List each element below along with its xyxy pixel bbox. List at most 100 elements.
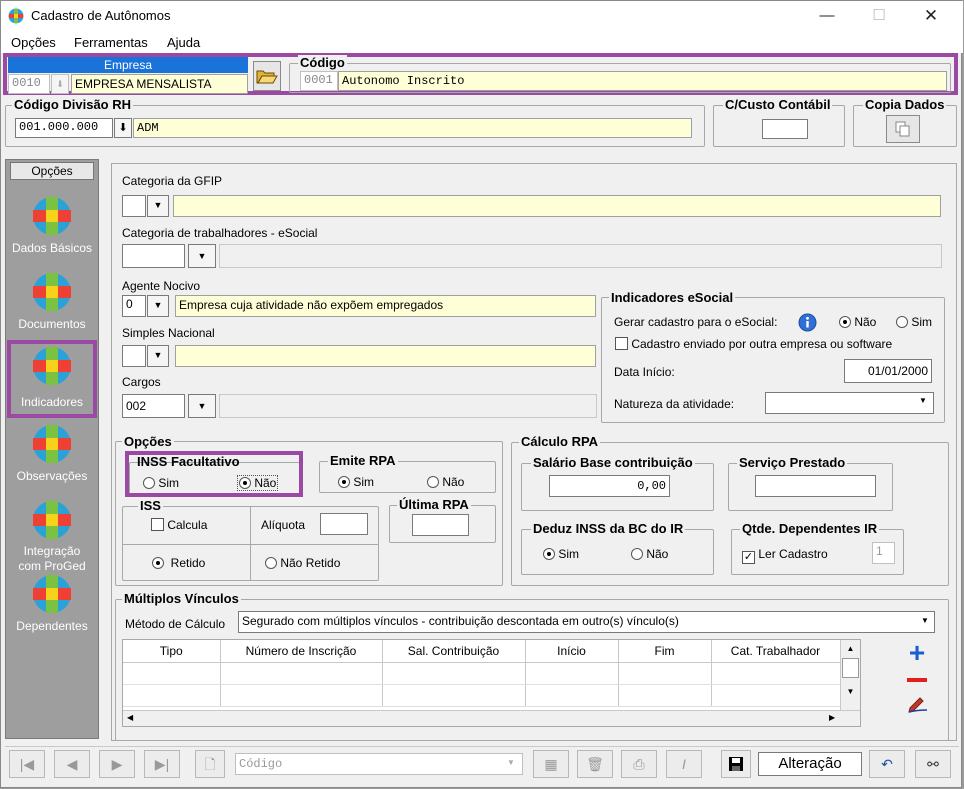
aliquota-label: Alíquota <box>261 518 306 532</box>
undo-icon[interactable]: ↶ <box>869 750 905 778</box>
iss-retido-radio[interactable]: Retido <box>152 556 205 570</box>
emite-nao-radio[interactable]: Não <box>427 475 464 489</box>
gfip-code-field[interactable] <box>122 195 146 217</box>
cargos-code-field[interactable]: 002 <box>122 394 185 418</box>
search-code-field[interactable]: Código <box>235 753 523 775</box>
empresa-name-field: EMPRESA MENSALISTA <box>71 74 248 94</box>
custo-field[interactable] <box>762 119 808 139</box>
gerar-nao-radio[interactable]: Não <box>839 315 876 329</box>
scroll-down-icon[interactable]: ▼ <box>841 678 860 706</box>
agente-dropdown[interactable]: ▼ <box>147 295 169 317</box>
copy-data-button[interactable] <box>886 115 920 143</box>
trash-icon[interactable]: 🗑 <box>577 750 613 778</box>
emite-sim-radio[interactable]: Sim <box>338 475 374 489</box>
scroll-left-icon[interactable]: ◀ <box>127 713 133 722</box>
vertical-scrollbar[interactable]: ▲ ▼ <box>840 640 860 710</box>
menu-bar: Opções Ferramentas Ajuda <box>1 31 963 53</box>
checkbox-icon <box>615 337 628 350</box>
horizontal-scrollbar[interactable]: ◀ ▶ <box>123 710 860 726</box>
simples-dropdown[interactable]: ▼ <box>147 345 169 367</box>
last-record-button[interactable]: ▶| <box>144 750 180 778</box>
sidebar-item-indicadores[interactable]: Indicadores <box>7 340 97 418</box>
globe-icon <box>33 575 71 613</box>
column-header[interactable]: Fim <box>618 640 712 663</box>
maximize-button[interactable]: ☐ <box>859 1 899 31</box>
app-logo-icon <box>8 8 24 24</box>
scroll-right-icon[interactable]: ▶ <box>829 713 835 722</box>
codigo-code-field[interactable]: 0001 <box>300 71 338 91</box>
sidebar-item-observacoes[interactable]: Observações <box>6 422 98 498</box>
globe-icon <box>33 197 71 235</box>
inss-sim-radio[interactable]: Sim <box>143 476 179 490</box>
menu-opcoes[interactable]: Opções <box>11 35 56 50</box>
print-icon[interactable]: ⎙ <box>621 750 657 778</box>
servico-field[interactable] <box>755 475 876 497</box>
radio-icon <box>143 477 155 489</box>
scroll-thumb[interactable] <box>842 658 859 678</box>
gerar-sim-radio[interactable]: Sim <box>896 315 932 329</box>
qtde-field[interactable]: 1 <box>872 542 895 564</box>
calculator-icon[interactable]: ▦ <box>533 750 569 778</box>
open-folder-button[interactable] <box>253 61 281 91</box>
column-header[interactable]: Cat. Trabalhador <box>711 640 841 663</box>
column-header[interactable]: Início <box>525 640 619 663</box>
divisao-lookup-icon[interactable]: ⬇ <box>114 118 132 138</box>
first-record-button[interactable]: |◀ <box>9 750 45 778</box>
esocial-category-dropdown[interactable]: ▼ <box>188 244 216 268</box>
info-icon[interactable] <box>798 313 817 332</box>
agente-code-field[interactable]: 0 <box>122 295 146 317</box>
checkbox-icon <box>151 518 164 531</box>
ler-cadastro-checkbox[interactable]: ✓ Ler Cadastro <box>742 547 828 564</box>
natureza-select[interactable] <box>765 392 934 414</box>
sidebar-item-dados-basicos[interactable]: Dados Básicos <box>6 194 98 270</box>
menu-ajuda[interactable]: Ajuda <box>167 35 200 50</box>
table-row[interactable] <box>123 662 841 685</box>
empresa-code-field[interactable]: 0010 <box>8 74 50 94</box>
divisao-label: Código Divisão RH <box>12 97 134 112</box>
esocial-category-field[interactable] <box>122 244 185 268</box>
menu-ferramentas[interactable]: Ferramentas <box>74 35 148 50</box>
add-row-plus-icon[interactable]: + <box>904 639 930 667</box>
sidebar-item-integracao[interactable]: Integração com ProGed <box>6 498 98 578</box>
italic-icon[interactable]: I <box>666 750 702 778</box>
iss-nao-retido-radio[interactable]: Não Retido <box>265 556 340 570</box>
data-inicio-field[interactable]: 01/01/2000 <box>844 359 932 383</box>
remove-row-minus-icon[interactable] <box>907 678 927 682</box>
ultima-rpa-field[interactable] <box>412 514 469 536</box>
radio-selected-icon <box>839 316 851 328</box>
close-button[interactable]: ✕ <box>911 1 951 31</box>
sidebar: Opções Dados Básicos Documentos Indicado… <box>5 159 99 739</box>
globe-icon <box>33 501 71 539</box>
empresa-lookup-icon[interactable]: ⬇ <box>51 74 69 94</box>
minimize-button[interactable]: — <box>807 1 847 31</box>
iss-calcula-checkbox[interactable]: Calcula <box>151 518 207 532</box>
column-header[interactable]: Tipo <box>123 640 221 663</box>
metodo-select[interactable]: Segurado com múltiplos vínculos - contri… <box>238 611 935 633</box>
aliquota-field[interactable] <box>320 513 368 535</box>
deduz-nao-radio[interactable]: Não <box>631 547 668 561</box>
column-header[interactable]: Número de Inscrição <box>220 640 383 663</box>
simples-code-field[interactable] <box>122 345 146 367</box>
inss-nao-radio[interactable]: Não <box>237 475 279 491</box>
qtde-title: Qtde. Dependentes IR <box>740 521 880 536</box>
salario-field[interactable]: 0,00 <box>549 475 670 497</box>
gfip-dropdown[interactable]: ▼ <box>147 195 169 217</box>
previous-record-button[interactable]: ◀ <box>54 750 90 778</box>
divisao-code-field[interactable]: 001.000.000 <box>15 118 113 138</box>
new-document-icon[interactable]: 🗋 <box>195 750 225 778</box>
table-row[interactable] <box>123 684 841 707</box>
next-record-button[interactable]: ▶ <box>99 750 135 778</box>
custo-label: C/Custo Contábil <box>723 97 833 112</box>
edit-pencil-icon[interactable] <box>907 695 929 713</box>
cargos-dropdown[interactable]: ▼ <box>188 394 216 418</box>
deduz-sim-radio[interactable]: Sim <box>543 547 579 561</box>
sidebar-item-dependentes[interactable]: Dependentes <box>6 572 98 648</box>
cadastro-enviado-checkbox[interactable]: Cadastro enviado por outra empresa ou so… <box>615 337 892 351</box>
sidebar-item-documentos[interactable]: Documentos <box>6 270 98 346</box>
scroll-up-icon[interactable]: ▲ <box>841 640 860 658</box>
simples-label: Simples Nacional <box>122 326 215 340</box>
floppy-icon <box>729 757 743 771</box>
binoculars-icon[interactable]: ⚯ <box>915 750 951 778</box>
save-icon[interactable] <box>721 750 751 778</box>
column-header[interactable]: Sal. Contribuição <box>382 640 526 663</box>
